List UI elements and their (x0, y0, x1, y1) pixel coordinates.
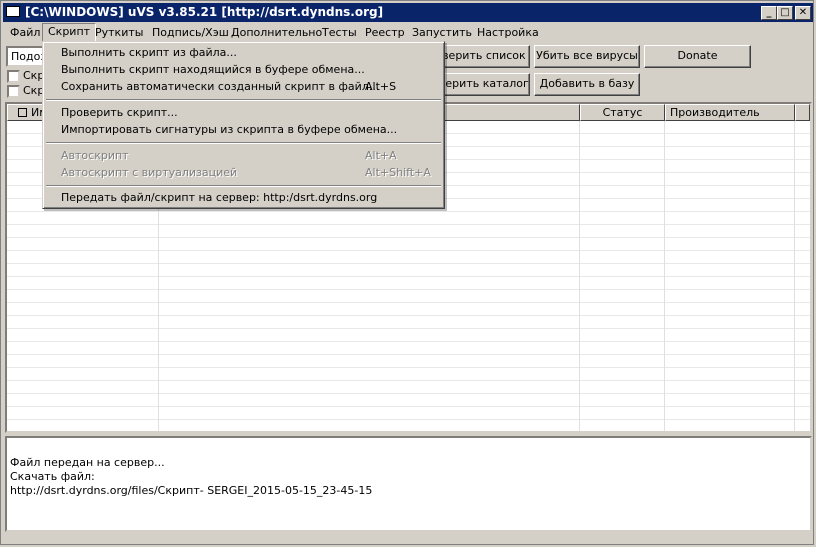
menu-file[interactable]: Файл (5, 24, 45, 41)
minimize-button[interactable]: _ (761, 6, 777, 20)
menu-registry[interactable]: Реестр (360, 24, 410, 41)
add-to-database-button[interactable]: Добавить в базу (534, 73, 640, 96)
menu-item-shortcut: Alt+A (365, 149, 397, 162)
maximize-button[interactable]: □ (777, 6, 793, 20)
menu-additional[interactable]: Дополнительно (226, 24, 327, 41)
menu-item-run-script-from-file[interactable]: Выполнить скрипт из файла... (45, 44, 442, 61)
menu-separator (46, 99, 441, 101)
menu-item-check-script[interactable]: Проверить скрипт... (45, 104, 442, 121)
column-status-header[interactable]: Статус (580, 104, 665, 121)
log-line: http://dsrt.dyrdns.org/files/Скрипт- SER… (10, 484, 373, 497)
menu-item-autoscript: Автоскрипт Alt+A (45, 147, 442, 164)
menu-item-upload-to-server[interactable]: Передать файл/скрипт на сервер: http:/ds… (45, 189, 442, 206)
status-bar (3, 533, 813, 544)
checkbox-1[interactable] (7, 70, 20, 83)
menu-item-run-script-from-clipboard[interactable]: Выполнить скрипт находящийся в буфере об… (45, 61, 442, 78)
menu-item-label: Импортировать сигнатуры из скрипта в буф… (61, 123, 398, 136)
menu-item-import-signatures[interactable]: Импортировать сигнатуры из скрипта в буф… (45, 121, 442, 138)
menu-run[interactable]: Запустить (407, 24, 477, 41)
app-icon (6, 6, 20, 17)
menu-item-label: Сохранить автоматически созданный скрипт… (61, 80, 380, 93)
menu-separator (46, 185, 441, 187)
menu-item-save-auto-script[interactable]: Сохранить автоматически созданный скрипт… (45, 78, 442, 95)
menu-bar: Файл Скрипт Руткиты Подпись/Хэш Дополнит… (3, 23, 813, 42)
column-extra-header[interactable] (795, 104, 810, 121)
column-divider (664, 121, 665, 431)
menu-item-label: Передать файл/скрипт на сервер: http:/ds… (61, 191, 378, 204)
menu-settings[interactable]: Настройка (472, 24, 544, 41)
close-button[interactable]: ✕ (795, 6, 811, 20)
menu-signature-hash[interactable]: Подпись/Хэш (147, 24, 234, 41)
column-divider (579, 121, 580, 431)
menu-separator (46, 142, 441, 144)
menu-script[interactable]: Скрипт (42, 23, 97, 42)
log-panel[interactable]: Файл передан на сервер... Скачать файл: … (5, 436, 812, 532)
menu-item-label: Проверить скрипт... (61, 106, 178, 119)
menu-item-label: Автоскрипт (61, 149, 129, 162)
select-all-checkbox-icon[interactable] (18, 108, 27, 117)
menu-item-autoscript-virtualization: Автоскрипт с виртуализацией Alt+Shift+A (45, 164, 442, 181)
menu-item-label: Выполнить скрипт из файла... (61, 46, 237, 59)
menu-item-label: Выполнить скрипт находящийся в буфере об… (61, 63, 365, 76)
checkbox-2[interactable] (7, 85, 20, 98)
menu-item-shortcut: Alt+Shift+A (365, 166, 431, 179)
window-title: [C:\WINDOWS] uVS v3.85.21 [http://dsrt.d… (25, 5, 384, 19)
script-menu-dropdown: Выполнить скрипт из файла... Выполнить с… (42, 41, 445, 209)
log-line: Скачать файл: (10, 470, 95, 483)
menu-rootkits[interactable]: Руткиты (90, 24, 148, 41)
menu-item-label: Автоскрипт с виртуализацией (61, 166, 238, 179)
column-divider (794, 121, 795, 431)
title-bar: [C:\WINDOWS] uVS v3.85.21 [http://dsrt.d… (3, 3, 813, 22)
menu-tests[interactable]: Тесты (317, 24, 362, 41)
menu-item-shortcut: Alt+S (365, 80, 397, 93)
check-list-button[interactable]: оверить список (431, 45, 530, 68)
donate-button[interactable]: Donate (644, 45, 751, 68)
check-catalog-button[interactable]: оверить каталог (431, 73, 530, 96)
log-line: Файл передан на сервер... (10, 456, 165, 469)
main-window: [C:\WINDOWS] uVS v3.85.21 [http://dsrt.d… (0, 0, 814, 545)
kill-all-viruses-button[interactable]: Убить все вирусы (534, 45, 640, 68)
column-vendor-header[interactable]: Производитель (665, 104, 795, 121)
